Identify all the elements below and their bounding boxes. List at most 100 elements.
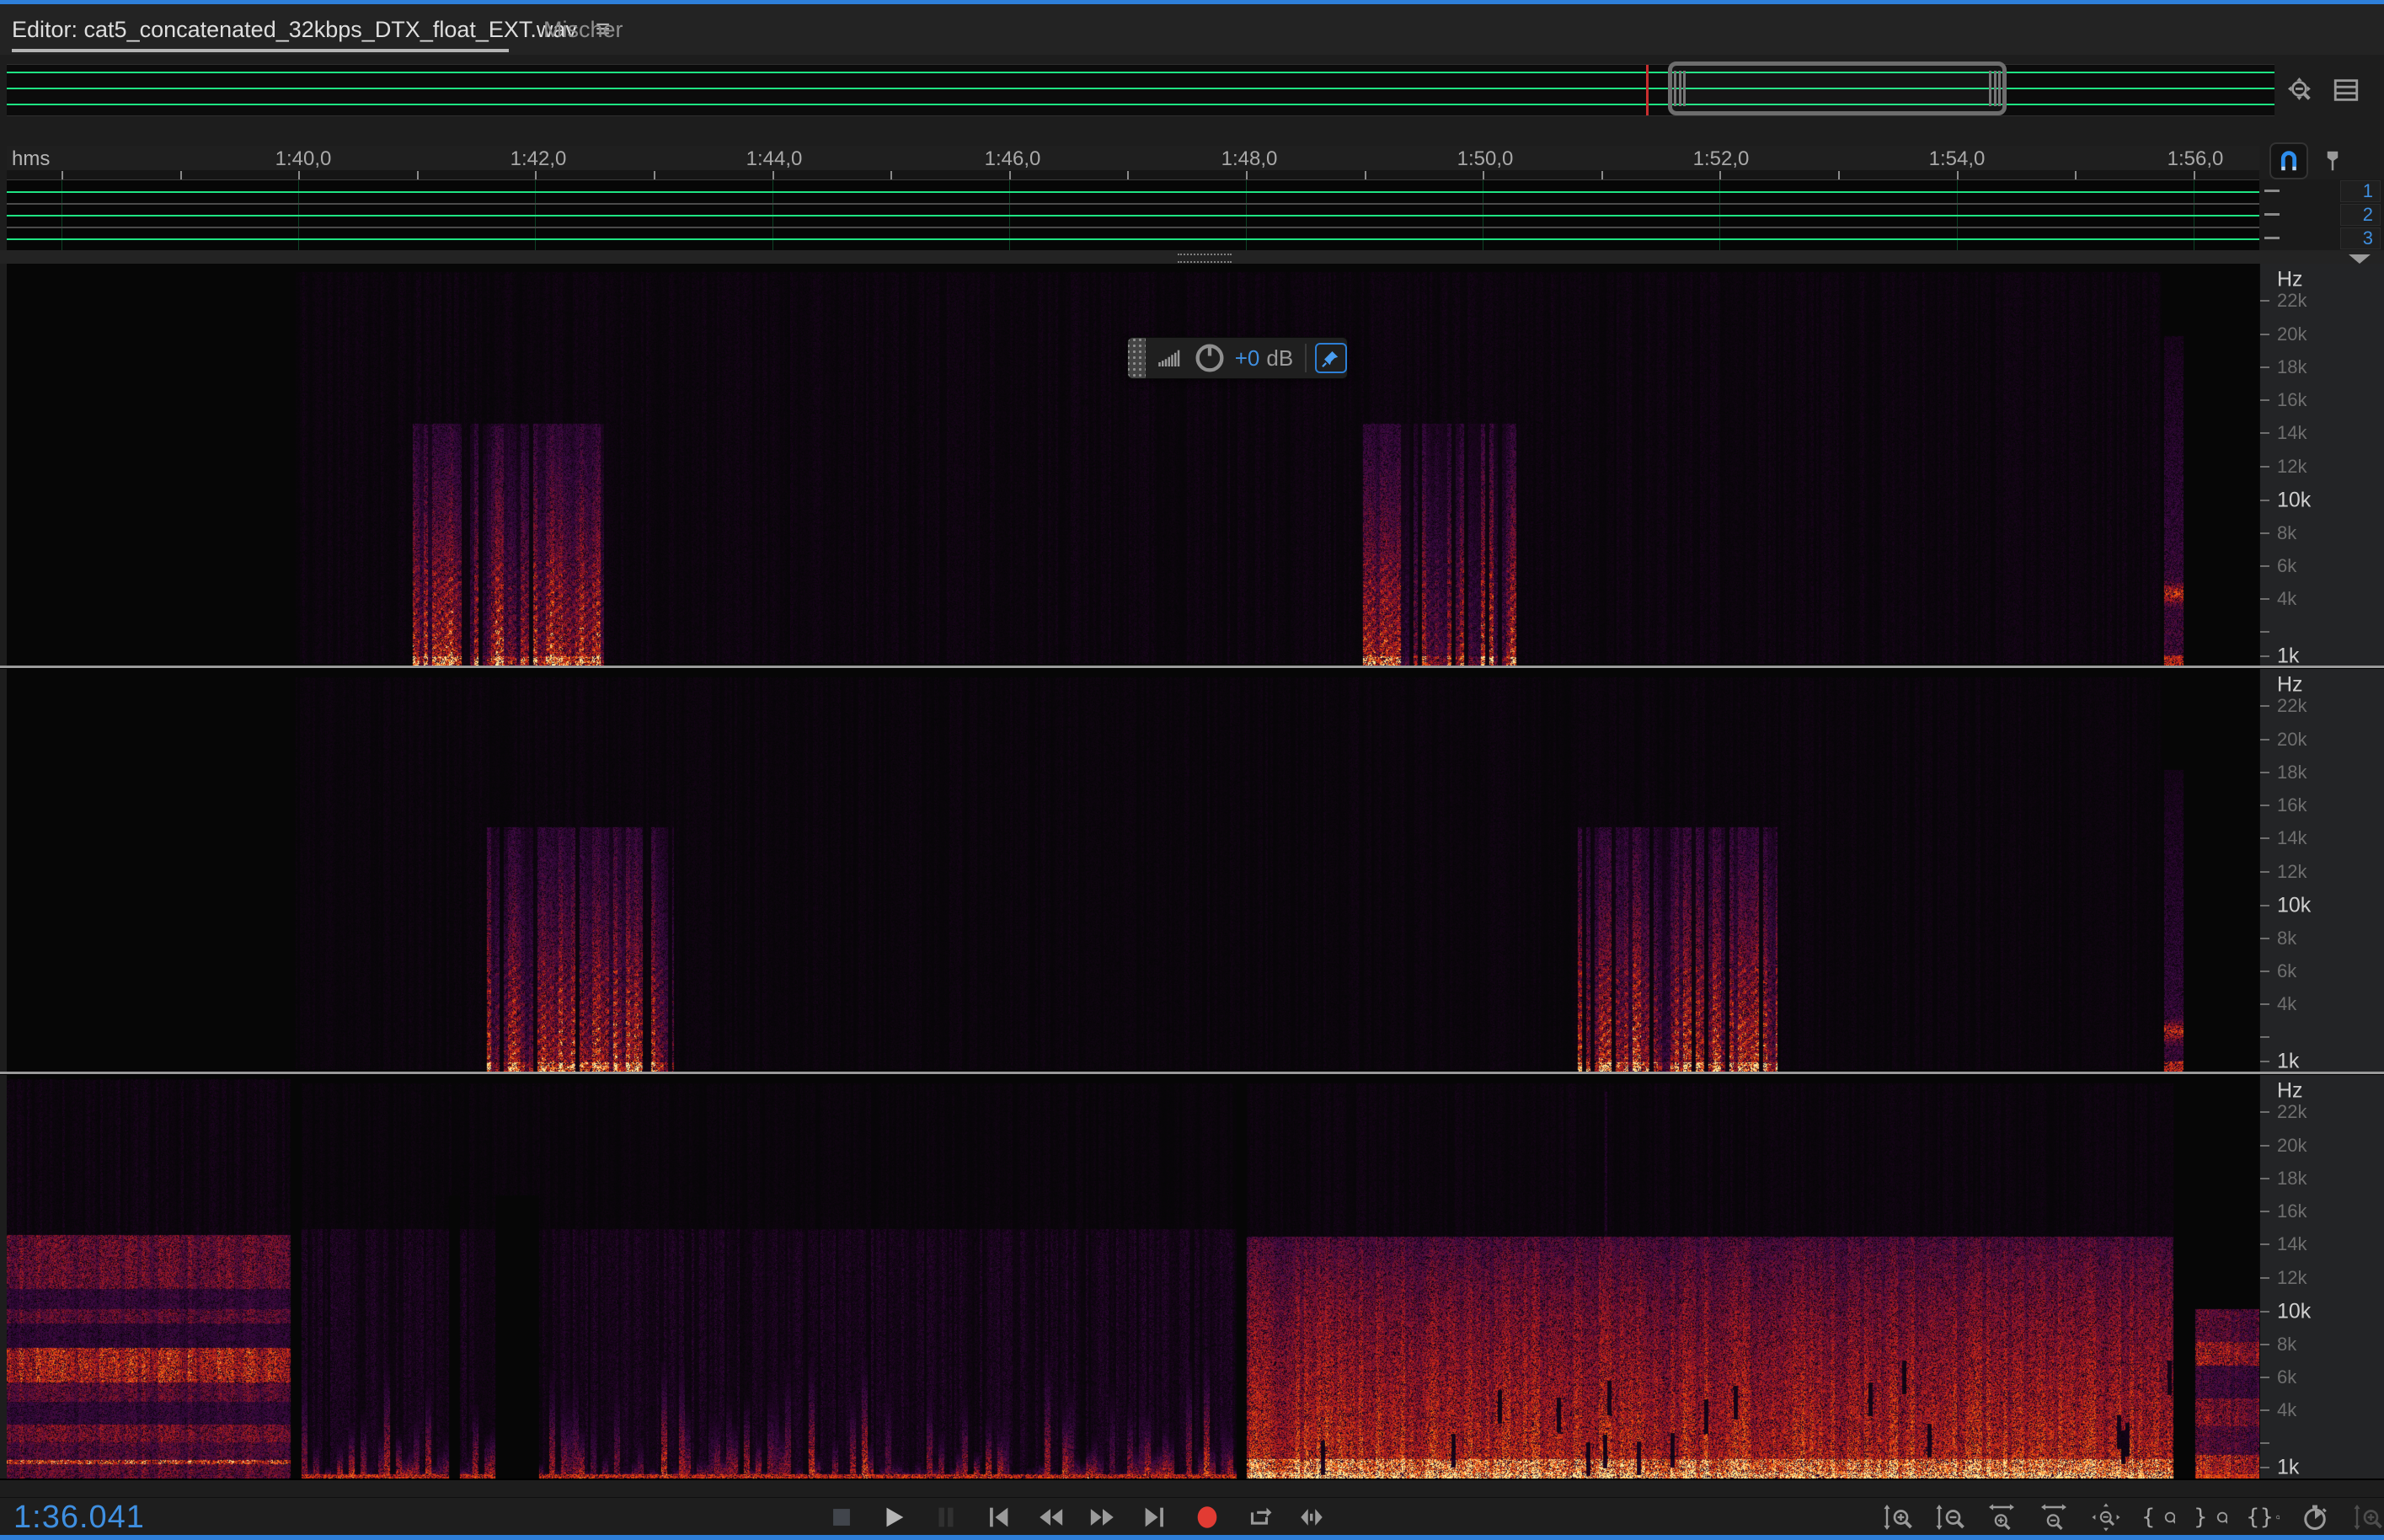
skip-start-button[interactable]	[982, 1501, 1014, 1533]
mini-fade-handle[interactable]	[2264, 213, 2280, 216]
mini-track-row[interactable]	[7, 204, 2259, 227]
freq-axis-tick	[2260, 300, 2269, 302]
ruler-tick	[535, 171, 537, 179]
zoom-in-horizontal-button[interactable]	[1985, 1501, 2018, 1533]
mini-track-row[interactable]	[7, 227, 2259, 250]
mini-track-strip[interactable]	[7, 179, 2259, 251]
freq-axis-tick	[2260, 532, 2269, 534]
viewport-grip-left[interactable]	[1674, 71, 1686, 106]
gain-unit-label: dB	[1266, 345, 1293, 372]
mini-track-row[interactable]	[7, 180, 2259, 203]
tab-editor[interactable]: Editor: cat5_concatenated_32kbps_DTX_flo…	[12, 4, 609, 55]
freq-axis-label: 16k	[2277, 1200, 2306, 1222]
freq-axis-label: 20k	[2277, 324, 2306, 345]
ruler-time-label: 1:52,0	[1693, 147, 1750, 171]
playhead-time-display[interactable]: 1:36.041	[13, 1500, 145, 1536]
freq-axis-tick	[2260, 1277, 2269, 1279]
overview-viewport-box[interactable]	[1668, 61, 2007, 115]
record-button[interactable]	[1191, 1501, 1223, 1533]
zoom-reset-button[interactable]	[2089, 1501, 2123, 1533]
stop-button[interactable]	[826, 1501, 858, 1533]
freq-axis-tick	[2260, 1178, 2269, 1179]
track-number-2[interactable]: 2	[2340, 204, 2381, 226]
zoom-out-horizontal-button[interactable]	[2037, 1501, 2071, 1533]
freq-axis-label: 8k	[2277, 928, 2296, 949]
ruler-tick	[1246, 171, 1248, 179]
freq-axis-tick	[2260, 366, 2269, 368]
mini-fade-handle[interactable]	[2264, 190, 2280, 192]
frequency-axis-track-2: Hz22k20k18k16k14k12k10k8k6k4k1k	[2259, 669, 2384, 1072]
freq-axis-label: 22k	[2277, 695, 2306, 717]
mini-track-controls: 123	[2259, 179, 2384, 250]
overview-navigator[interactable]	[7, 64, 2274, 116]
track-divider[interactable]	[0, 666, 2384, 669]
freq-axis-tick	[2260, 871, 2269, 873]
marker-icon[interactable]	[2317, 145, 2349, 177]
ruler-tick	[1127, 171, 1129, 179]
ruler-time-label: 1:44,0	[746, 147, 803, 171]
tab-mischer[interactable]: Mischer	[543, 4, 623, 55]
timer-button[interactable]	[2298, 1501, 2332, 1533]
spectrogram-track-1[interactable]	[7, 264, 2259, 666]
skip-end-button[interactable]	[1139, 1501, 1171, 1533]
fast-forward-button[interactable]	[1087, 1501, 1119, 1533]
skip-selection-button[interactable]	[1296, 1501, 1328, 1533]
timeline-ruler[interactable]: hms 1:40,01:42,01:44,01:46,01:48,01:50,0…	[7, 146, 2259, 180]
ruler-time-label: 1:48,0	[1221, 147, 1278, 171]
ruler-tick	[1483, 171, 1484, 179]
freq-axis-tick	[2260, 1344, 2269, 1345]
freq-axis-label: 20k	[2277, 729, 2306, 751]
loop-playback-button[interactable]	[1243, 1501, 1275, 1533]
zoom-reset-icon[interactable]	[2285, 74, 2317, 106]
panel-splitter[interactable]	[0, 250, 2384, 264]
zoom-out-vertical-button[interactable]	[1932, 1501, 1966, 1533]
panel-list-icon[interactable]	[2330, 74, 2362, 106]
selection-braces: {}	[2246, 1505, 2274, 1530]
play-button[interactable]	[878, 1501, 910, 1533]
zoom-in-vertical-button[interactable]	[1880, 1501, 1914, 1533]
snap-toggle-button[interactable]	[2269, 142, 2308, 179]
zoom-vertical-alt-button[interactable]	[2350, 1501, 2384, 1533]
freq-axis-label: 18k	[2277, 356, 2306, 378]
zoom-out-point-button[interactable]: }	[2194, 1501, 2227, 1533]
hud-pin-button[interactable]	[1315, 343, 1347, 373]
viewport-grip-right[interactable]	[1989, 71, 2001, 106]
overview-playhead[interactable]	[1646, 65, 1649, 115]
track-number-1[interactable]: 1	[2340, 180, 2381, 202]
freq-axis-tick	[2260, 805, 2269, 806]
fast-forward-icon	[1088, 1503, 1117, 1532]
zoom-selection-icon	[2272, 1502, 2280, 1532]
ruler-time-label: 1:50,0	[1457, 147, 1514, 171]
gain-knob-icon[interactable]	[1193, 341, 1227, 375]
mini-waveform-line	[7, 191, 2259, 193]
record-icon	[1193, 1503, 1221, 1532]
hud-drag-handle[interactable]	[1128, 338, 1146, 378]
freq-axis-label: 4k	[2277, 993, 2296, 1015]
pause-button[interactable]	[930, 1501, 962, 1533]
freq-axis-tick	[2260, 905, 2269, 906]
freq-axis-label: 10k	[2277, 1300, 2311, 1324]
track-number-3[interactable]: 3	[2340, 227, 2381, 249]
zoom-selection-button[interactable]: {}	[2246, 1501, 2280, 1533]
mini-fade-handle[interactable]	[2264, 237, 2280, 239]
gain-hud[interactable]: +0 dB	[1127, 337, 1348, 379]
freq-axis-label: 14k	[2277, 422, 2306, 444]
freq-axis-label: 6k	[2277, 555, 2296, 577]
spectrogram-track-3[interactable]	[7, 1075, 2259, 1479]
spectrogram-track-2[interactable]	[7, 669, 2259, 1072]
track-divider[interactable]	[0, 1072, 2384, 1075]
splitter-drag-handle[interactable]	[1178, 254, 1232, 263]
play-icon	[879, 1503, 908, 1532]
track-bottom-edge	[0, 1479, 2384, 1480]
overview-tools	[2274, 64, 2384, 116]
freq-axis-label: 18k	[2277, 762, 2306, 783]
frequency-axis-track-3: Hz22k20k18k16k14k12k10k8k6k4k1k	[2259, 1075, 2384, 1479]
gain-value[interactable]: +0	[1235, 345, 1260, 372]
freq-axis-label: 4k	[2277, 1399, 2296, 1421]
freq-axis-label: 22k	[2277, 290, 2306, 312]
rewind-button[interactable]	[1034, 1501, 1066, 1533]
mini-waveform-line	[7, 238, 2259, 240]
freq-axis-tick	[2260, 631, 2269, 633]
zoom-in-point-button[interactable]: {	[2141, 1501, 2175, 1533]
collapse-triangle-icon[interactable]	[2349, 254, 2371, 264]
